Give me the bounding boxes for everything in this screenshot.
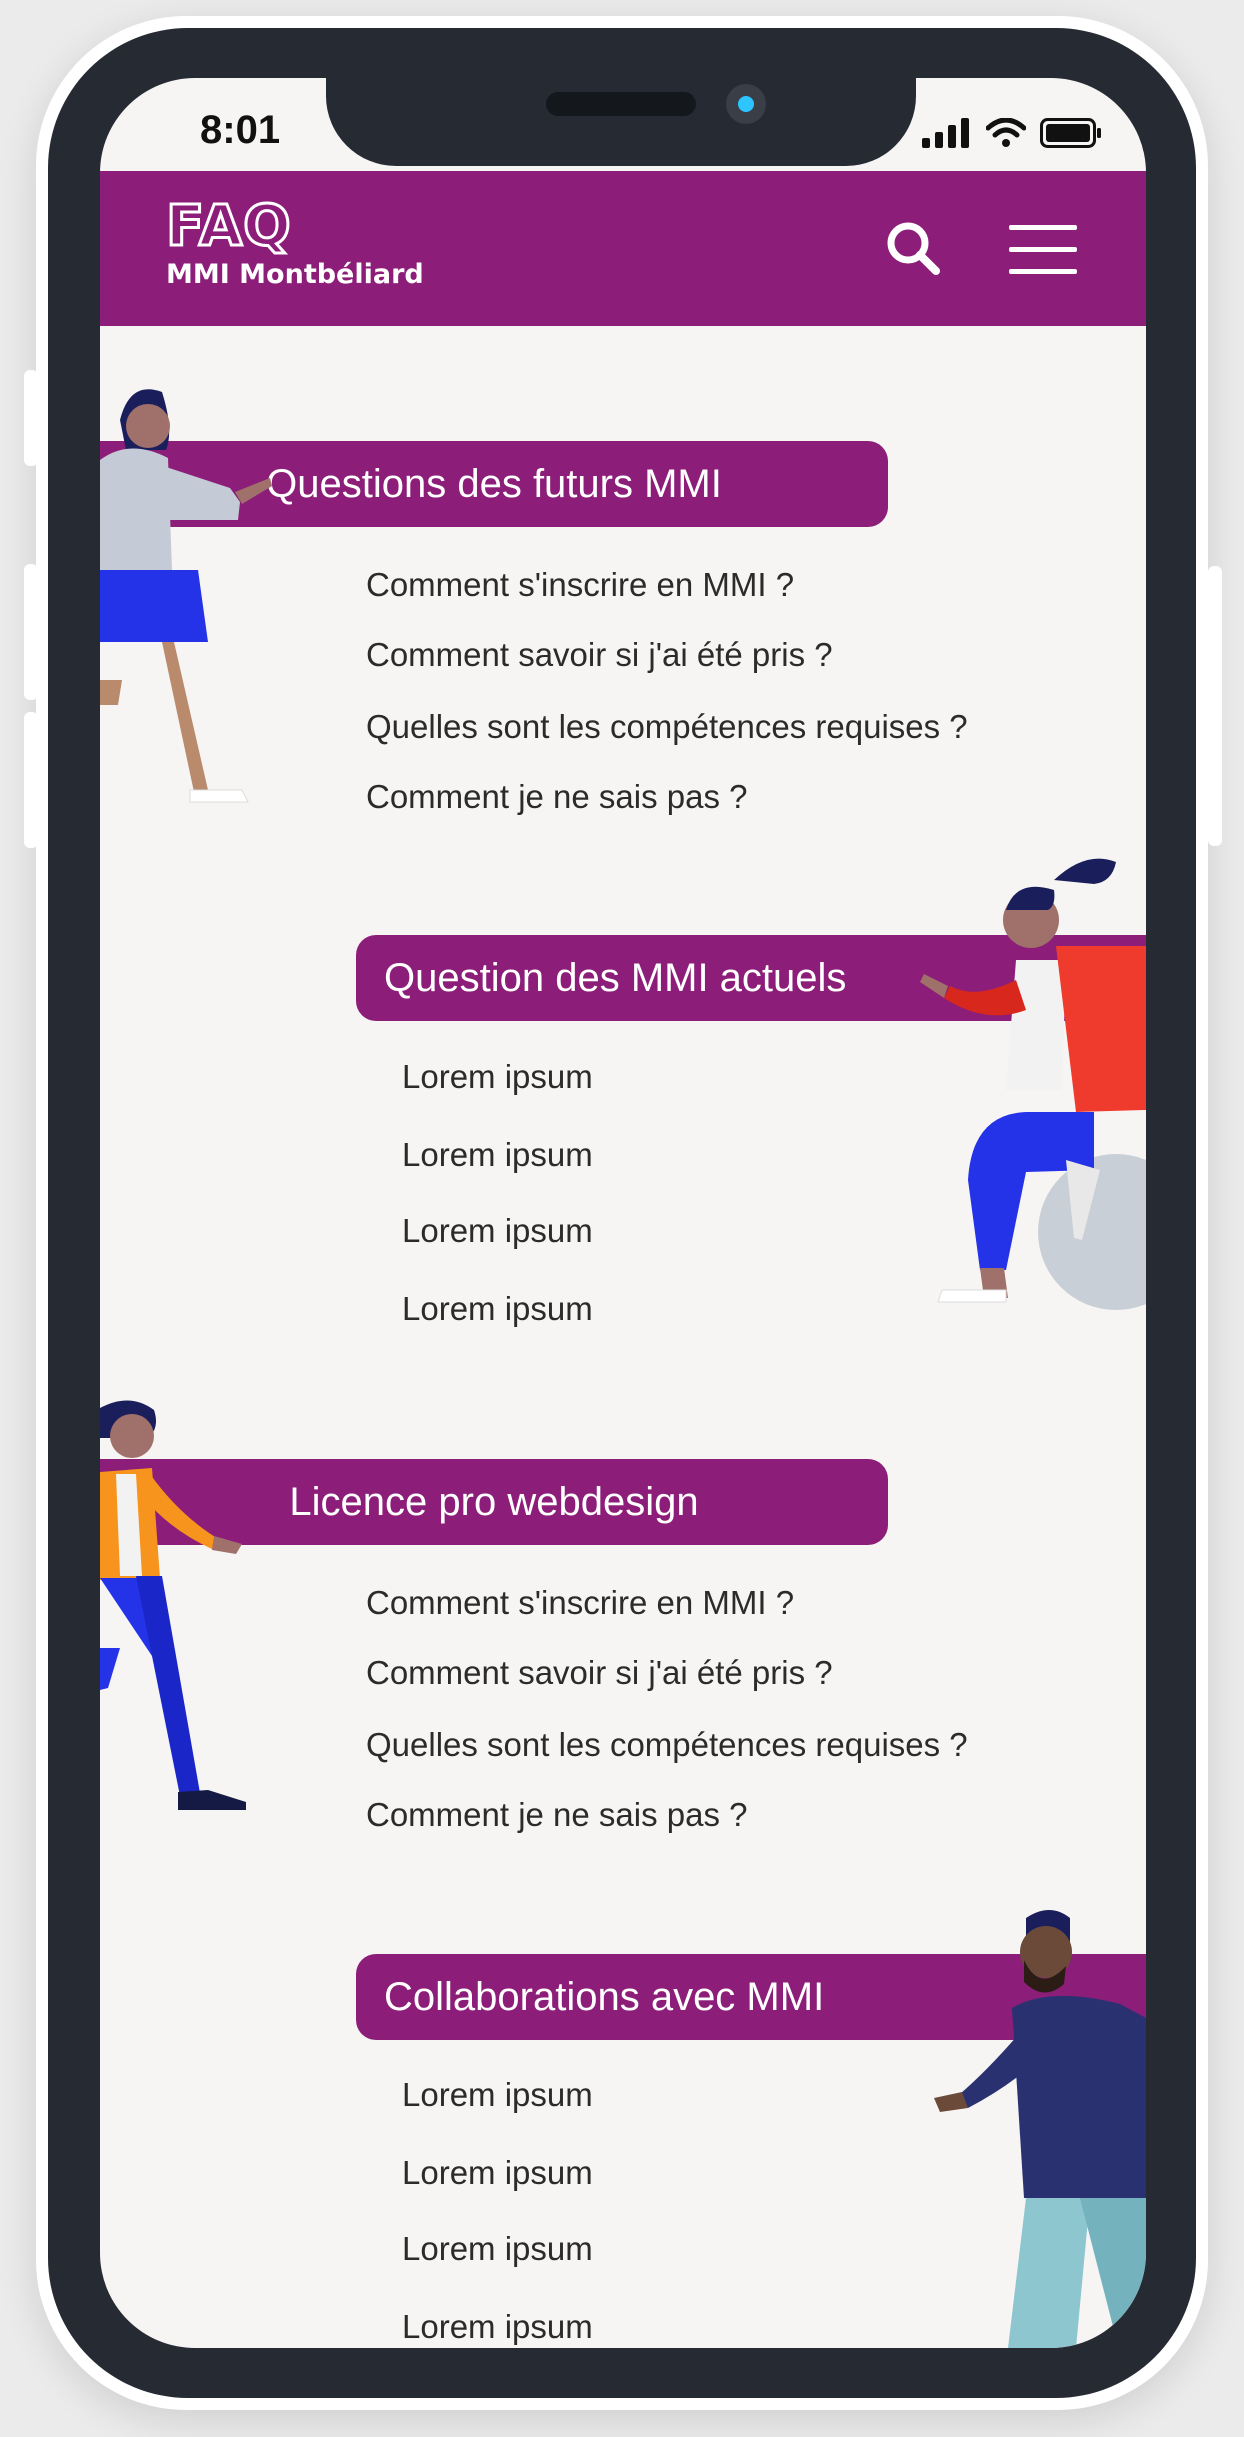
question-link[interactable]: Comment s'inscrire en MMI ? bbox=[366, 1584, 794, 1622]
question-link[interactable]: Lorem ipsum bbox=[402, 2230, 593, 2268]
woman-pointing-illustration bbox=[100, 389, 272, 803]
speaker bbox=[546, 92, 696, 116]
question-link[interactable]: Lorem ipsum bbox=[402, 1136, 593, 1174]
question-link[interactable]: Lorem ipsum bbox=[402, 1212, 593, 1250]
woman-sitting-on-ball-illustration bbox=[920, 858, 1146, 1310]
man-walking-illustration bbox=[100, 1400, 246, 1810]
question-link[interactable]: Comment savoir si j'ai été pris ? bbox=[366, 1654, 833, 1692]
question-link[interactable]: Lorem ipsum bbox=[402, 2308, 593, 2346]
question-link[interactable]: Lorem ipsum bbox=[402, 1058, 593, 1096]
volume-up-button bbox=[24, 564, 38, 700]
question-link[interactable]: Comment je ne sais pas ? bbox=[366, 1796, 748, 1834]
search-icon[interactable] bbox=[884, 219, 942, 277]
man-pointing-illustration bbox=[934, 1910, 1146, 2348]
question-link[interactable]: Comment s'inscrire en MMI ? bbox=[366, 566, 794, 604]
volume-down-button bbox=[24, 712, 38, 848]
power-button bbox=[1208, 566, 1222, 846]
hamburger-menu-icon[interactable] bbox=[1009, 223, 1077, 275]
status-icons bbox=[922, 118, 1102, 148]
question-link[interactable]: Quelles sont les compétences requises ? bbox=[366, 1726, 968, 1764]
battery-icon bbox=[1040, 118, 1101, 148]
question-link[interactable]: Quelles sont les compétences requises ? bbox=[366, 708, 968, 746]
logo-subtitle: MMI Montbéliard bbox=[166, 259, 424, 290]
question-link[interactable]: Comment savoir si j'ai été pris ? bbox=[366, 636, 833, 674]
question-link[interactable]: Lorem ipsum bbox=[402, 1290, 593, 1328]
cellular-signal-icon bbox=[922, 118, 969, 148]
status-time: 8:01 bbox=[200, 108, 281, 152]
front-camera bbox=[726, 84, 766, 124]
question-link[interactable]: Comment je ne sais pas ? bbox=[366, 778, 748, 816]
logo-title: FAQ bbox=[165, 194, 293, 259]
mute-switch bbox=[24, 370, 38, 466]
notch bbox=[326, 78, 916, 166]
app-header: FAQ MMI Montbéliard bbox=[100, 171, 1146, 326]
question-link[interactable]: Lorem ipsum bbox=[402, 2154, 593, 2192]
phone-screen: 8:01 FAQ MMI Montbéliard Questions des f… bbox=[100, 78, 1146, 2348]
wifi-icon bbox=[986, 118, 1026, 147]
question-link[interactable]: Lorem ipsum bbox=[402, 2076, 593, 2114]
